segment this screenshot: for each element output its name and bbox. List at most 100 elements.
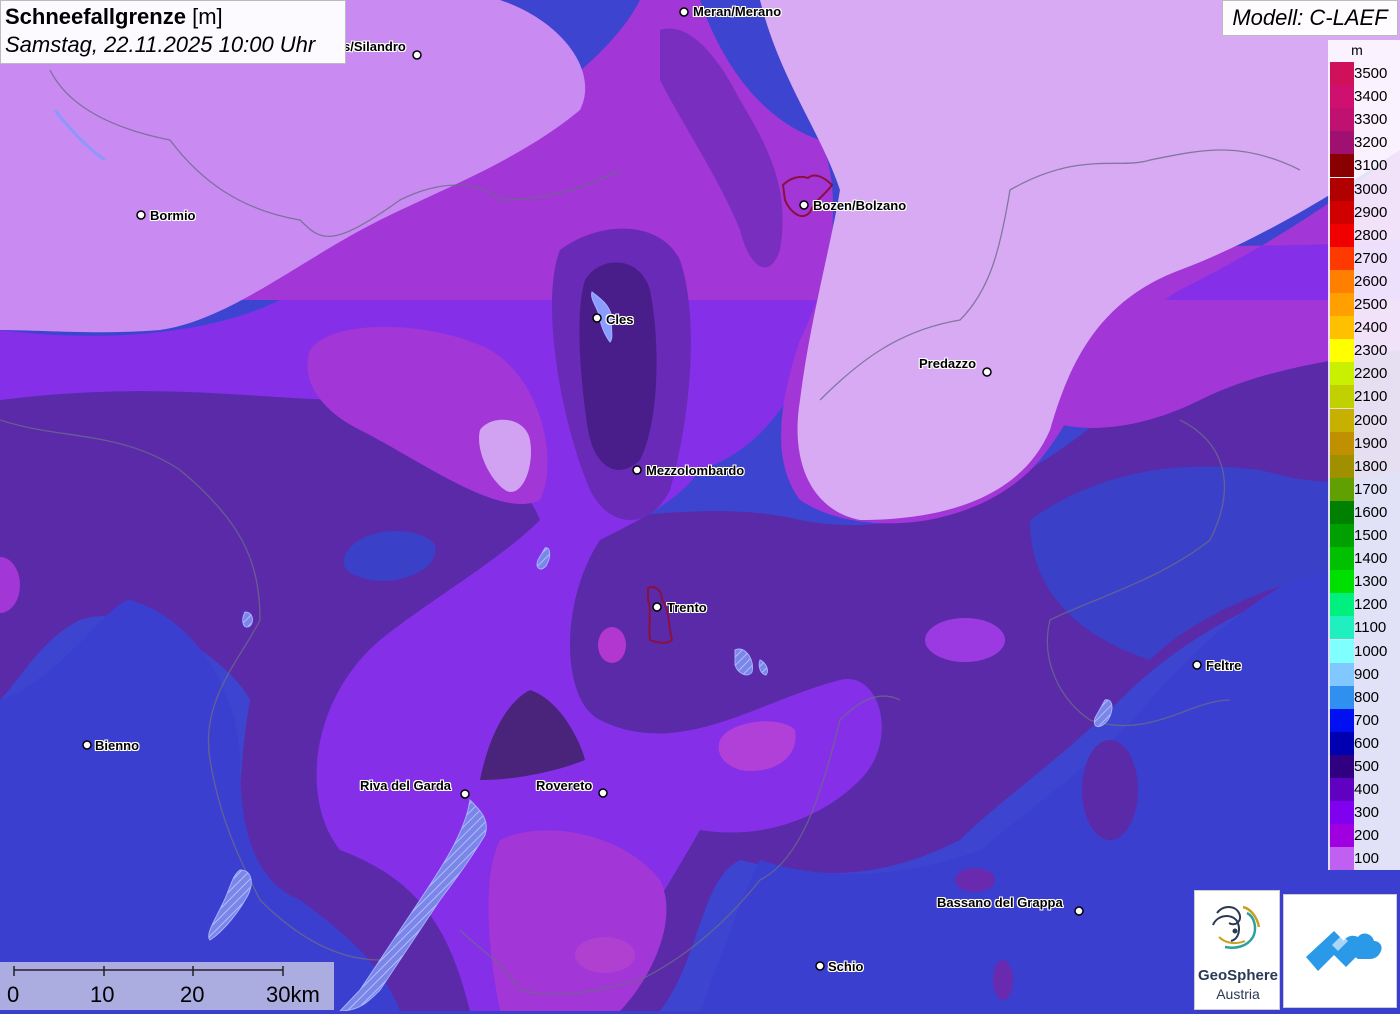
legend-label: 900 xyxy=(1354,667,1379,683)
legend-entry-2700: 2700 xyxy=(1328,247,1400,270)
city-label-merano[interactable]: Meran/Merano xyxy=(693,4,781,19)
legend-label: 600 xyxy=(1354,736,1379,752)
legend-entry-200: 200 xyxy=(1328,824,1400,847)
legend-entry-300: 300 xyxy=(1328,801,1400,824)
legend-swatch xyxy=(1330,663,1354,686)
legend-label: 1300 xyxy=(1354,574,1387,590)
legend-entry-2400: 2400 xyxy=(1328,316,1400,339)
scale-bar: 0 10 20 30km xyxy=(0,962,334,1010)
legend-label: 1800 xyxy=(1354,459,1387,475)
legend-entry-3300: 3300 xyxy=(1328,108,1400,131)
scale-label-20: 20 xyxy=(180,982,204,1008)
city-label-bormio[interactable]: Bormio xyxy=(150,208,196,223)
legend-label: 300 xyxy=(1354,805,1379,821)
city-dot-bassano[interactable] xyxy=(1075,907,1083,915)
legend-label: 2000 xyxy=(1354,413,1387,429)
city-dot-trento[interactable] xyxy=(653,603,661,611)
lake-small-2 xyxy=(243,612,253,627)
city-label-riva[interactable]: Riva del Garda xyxy=(360,778,451,793)
city-dot-bormio[interactable] xyxy=(137,211,145,219)
geosphere-logo-country: Austria xyxy=(1195,986,1281,1002)
legend-label: 2500 xyxy=(1354,297,1387,313)
snowline-map xyxy=(0,0,1400,1011)
legend-label: 700 xyxy=(1354,713,1379,729)
city-dot-bienno[interactable] xyxy=(83,741,91,749)
legend-swatch xyxy=(1330,131,1354,154)
legend-swatch xyxy=(1330,85,1354,108)
legend-label: 1400 xyxy=(1354,551,1387,567)
city-dot-riva[interactable] xyxy=(461,790,469,798)
city-dot-predazzo[interactable] xyxy=(983,368,991,376)
city-label-bassano[interactable]: Bassano del Grappa xyxy=(937,895,1063,910)
legend-entry-2500: 2500 xyxy=(1328,293,1400,316)
legend-entry-2200: 2200 xyxy=(1328,362,1400,385)
legend-label: 1900 xyxy=(1354,436,1387,452)
legend-label: 1200 xyxy=(1354,597,1387,613)
legend-entry-500: 500 xyxy=(1328,755,1400,778)
city-dot-rovereto[interactable] xyxy=(599,789,607,797)
legend-swatch xyxy=(1330,293,1354,316)
spot-schio-e xyxy=(993,960,1013,1000)
legend-label: 3200 xyxy=(1354,135,1387,151)
legend-entry-3000: 3000 xyxy=(1328,178,1400,201)
legend-swatch xyxy=(1330,547,1354,570)
legend-label: 400 xyxy=(1354,782,1379,798)
legend-swatch xyxy=(1330,108,1354,131)
legend-swatch xyxy=(1330,593,1354,616)
city-label-trento[interactable]: Trento xyxy=(667,600,707,615)
city-label-bolzano[interactable]: Bozen/Bolzano xyxy=(813,198,906,213)
spot-east2 xyxy=(925,618,1005,662)
map-title-box: Schneefallgrenze [m] Samstag, 22.11.2025… xyxy=(0,0,346,64)
legend-label: 1600 xyxy=(1354,505,1387,521)
legend-entry-1700: 1700 xyxy=(1328,478,1400,501)
legend-swatch xyxy=(1330,570,1354,593)
legend-entry-1200: 1200 xyxy=(1328,593,1400,616)
color-legend: m 35003400330032003100300029002800270026… xyxy=(1328,40,1400,870)
map-title: Schneefallgrenze [m] xyxy=(5,3,341,31)
legend-swatch xyxy=(1330,385,1354,408)
valley-cles-inner xyxy=(579,262,656,470)
legend-swatch xyxy=(1330,686,1354,709)
city-dot-schio[interactable] xyxy=(816,962,824,970)
legend-label: 2700 xyxy=(1354,251,1387,267)
legend-swatch xyxy=(1330,455,1354,478)
city-dot-bolzano[interactable] xyxy=(800,201,808,209)
legend-label: 3400 xyxy=(1354,89,1387,105)
legend-swatch xyxy=(1330,339,1354,362)
legend-label: 1000 xyxy=(1354,644,1387,660)
legend-entry-2000: 2000 xyxy=(1328,409,1400,432)
legend-entry-700: 700 xyxy=(1328,709,1400,732)
legend-label: 3000 xyxy=(1354,182,1387,198)
legend-entry-1900: 1900 xyxy=(1328,432,1400,455)
city-label-silandro[interactable]: s/Silandro xyxy=(343,39,406,54)
legend-label: 2100 xyxy=(1354,389,1387,405)
legend-swatch xyxy=(1330,178,1354,201)
city-dot-mezzolombardo[interactable] xyxy=(633,466,641,474)
city-label-schio[interactable]: Schio xyxy=(828,959,863,974)
city-label-bienno[interactable]: Bienno xyxy=(95,738,139,753)
legend-entry-600: 600 xyxy=(1328,732,1400,755)
legend-label: 100 xyxy=(1354,851,1379,867)
city-label-mezzolombardo[interactable]: Mezzolombardo xyxy=(646,463,744,478)
city-dot-feltre[interactable] xyxy=(1193,661,1201,669)
weather-app-logo[interactable] xyxy=(1283,894,1397,1008)
legend-swatch xyxy=(1330,847,1354,870)
city-label-feltre[interactable]: Feltre xyxy=(1206,658,1241,673)
city-dot-silandro[interactable] xyxy=(413,51,421,59)
city-dot-cles[interactable] xyxy=(593,314,601,322)
legend-entry-800: 800 xyxy=(1328,686,1400,709)
legend-swatch xyxy=(1330,154,1354,177)
city-label-cles[interactable]: Cles xyxy=(606,312,633,327)
geosphere-logo[interactable]: GeoSphere Austria xyxy=(1194,890,1280,1010)
city-label-predazzo[interactable]: Predazzo xyxy=(919,356,976,371)
city-label-rovereto[interactable]: Rovereto xyxy=(536,778,592,793)
spot-feltre-s xyxy=(1082,740,1138,840)
city-dot-merano[interactable] xyxy=(680,8,688,16)
legend-label: 3100 xyxy=(1354,158,1387,174)
spot-bassano xyxy=(955,868,995,892)
legend-swatch xyxy=(1330,801,1354,824)
scale-label-30km: 30km xyxy=(266,982,320,1008)
legend-entry-100: 100 xyxy=(1328,847,1400,870)
spot-trento xyxy=(598,627,626,663)
legend-label: 2800 xyxy=(1354,228,1387,244)
